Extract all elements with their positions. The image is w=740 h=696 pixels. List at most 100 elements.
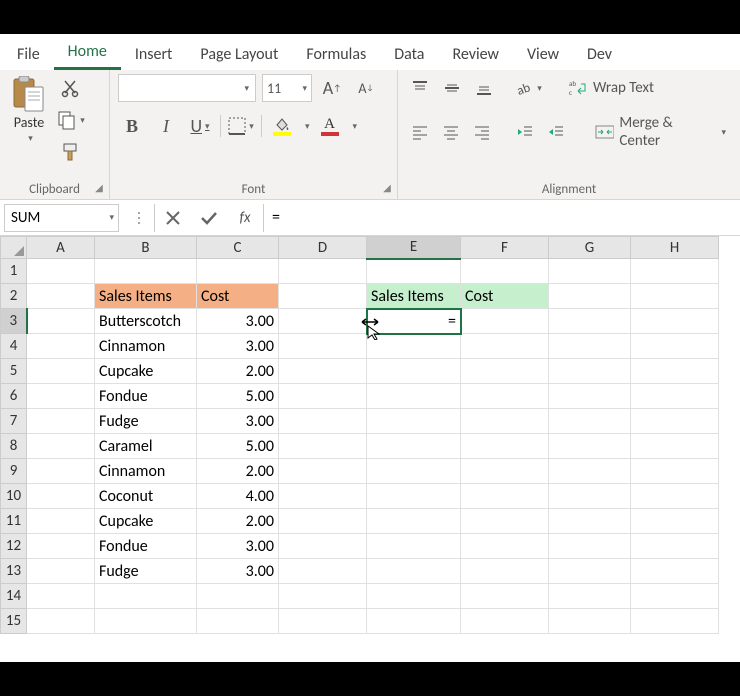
- cell-A2[interactable]: [27, 284, 95, 309]
- cell-A12[interactable]: [27, 534, 95, 559]
- column-header-B[interactable]: B: [95, 237, 197, 259]
- cell-E6[interactable]: [367, 384, 461, 409]
- column-header-A[interactable]: A: [27, 237, 95, 259]
- cell-B4[interactable]: Cinnamon: [95, 334, 197, 359]
- cell-B15[interactable]: [95, 609, 197, 634]
- cell-C8[interactable]: 5.00: [197, 434, 279, 459]
- cell-B1[interactable]: [95, 259, 197, 284]
- cell-G13[interactable]: [549, 559, 631, 584]
- decrease-font-button[interactable]: A↓: [352, 74, 380, 102]
- cell-F2[interactable]: Cost: [461, 284, 549, 309]
- cell-C7[interactable]: 3.00: [197, 409, 279, 434]
- cell-B7[interactable]: Fudge: [95, 409, 197, 434]
- chevron-down-icon[interactable]: ▾: [305, 121, 310, 132]
- tab-data[interactable]: Data: [380, 37, 438, 70]
- cell-C14[interactable]: [197, 584, 279, 609]
- cell-A7[interactable]: [27, 409, 95, 434]
- cell-E14[interactable]: [367, 584, 461, 609]
- tab-formulas[interactable]: Formulas: [292, 37, 380, 70]
- tab-file[interactable]: File: [3, 37, 54, 70]
- cell-F10[interactable]: [461, 484, 549, 509]
- row-header-13[interactable]: 13: [1, 559, 27, 584]
- align-bottom-button[interactable]: [470, 74, 498, 102]
- column-header-G[interactable]: G: [549, 237, 631, 259]
- cell-H14[interactable]: [631, 584, 719, 609]
- paste-button[interactable]: Paste ▾: [8, 74, 50, 164]
- cell-F8[interactable]: [461, 434, 549, 459]
- row-header-14[interactable]: 14: [1, 584, 27, 609]
- align-right-button[interactable]: [468, 118, 495, 146]
- cell-D15[interactable]: [279, 609, 367, 634]
- cell-E2[interactable]: Sales Items: [367, 284, 461, 309]
- cell-E13[interactable]: [367, 559, 461, 584]
- cell-E5[interactable]: [367, 359, 461, 384]
- increase-indent-button[interactable]: [542, 118, 569, 146]
- cut-button[interactable]: [56, 76, 86, 100]
- align-top-button[interactable]: [406, 74, 434, 102]
- italic-button[interactable]: I: [152, 112, 180, 140]
- column-header-H[interactable]: H: [631, 237, 719, 259]
- enter-formula-button[interactable]: [191, 204, 227, 232]
- expand-formula-bar[interactable]: [123, 204, 155, 232]
- cell-C6[interactable]: 5.00: [197, 384, 279, 409]
- cell-F3[interactable]: [461, 309, 549, 334]
- cell-C15[interactable]: [197, 609, 279, 634]
- row-header-3[interactable]: 3: [1, 309, 27, 334]
- cell-G4[interactable]: [549, 334, 631, 359]
- cell-E10[interactable]: [367, 484, 461, 509]
- cell-E7[interactable]: [367, 409, 461, 434]
- cell-F7[interactable]: [461, 409, 549, 434]
- font-size-select[interactable]: 11 ▾: [262, 74, 312, 102]
- tab-page-layout[interactable]: Page Layout: [186, 37, 292, 70]
- cell-A1[interactable]: [27, 259, 95, 284]
- cell-C1[interactable]: [197, 259, 279, 284]
- cell-D14[interactable]: [279, 584, 367, 609]
- dialog-launcher-font[interactable]: ◢: [380, 182, 394, 196]
- cell-G15[interactable]: [549, 609, 631, 634]
- cell-F9[interactable]: [461, 459, 549, 484]
- cell-D11[interactable]: [279, 509, 367, 534]
- font-name-select[interactable]: ▾: [118, 74, 256, 102]
- cell-B13[interactable]: Fudge: [95, 559, 197, 584]
- cell-C3[interactable]: 3.00: [197, 309, 279, 334]
- row-header-2[interactable]: 2: [1, 284, 27, 309]
- cell-G8[interactable]: [549, 434, 631, 459]
- cell-H12[interactable]: [631, 534, 719, 559]
- tab-insert[interactable]: Insert: [121, 37, 187, 70]
- dialog-launcher-clipboard[interactable]: ◢: [92, 182, 106, 196]
- cell-E11[interactable]: [367, 509, 461, 534]
- tab-home[interactable]: Home: [54, 34, 121, 70]
- cell-F12[interactable]: [461, 534, 549, 559]
- bold-button[interactable]: B: [118, 112, 146, 140]
- cell-G6[interactable]: [549, 384, 631, 409]
- cell-C12[interactable]: 3.00: [197, 534, 279, 559]
- cell-E12[interactable]: [367, 534, 461, 559]
- borders-button[interactable]: ▾: [227, 112, 255, 140]
- copy-button[interactable]: ▾: [56, 108, 86, 132]
- cell-H13[interactable]: [631, 559, 719, 584]
- row-header-4[interactable]: 4: [1, 334, 27, 359]
- row-header-15[interactable]: 15: [1, 609, 27, 634]
- cell-F4[interactable]: [461, 334, 549, 359]
- cell-G7[interactable]: [549, 409, 631, 434]
- align-left-button[interactable]: [406, 118, 433, 146]
- cell-H3[interactable]: [631, 309, 719, 334]
- column-header-F[interactable]: F: [461, 237, 549, 259]
- cell-A10[interactable]: [27, 484, 95, 509]
- column-header-D[interactable]: D: [279, 237, 367, 259]
- select-all-corner[interactable]: [1, 237, 27, 259]
- row-header-8[interactable]: 8: [1, 434, 27, 459]
- cell-D8[interactable]: [279, 434, 367, 459]
- wrap-text-button[interactable]: abc Wrap Text: [562, 77, 660, 99]
- row-header-7[interactable]: 7: [1, 409, 27, 434]
- cell-C4[interactable]: 3.00: [197, 334, 279, 359]
- cell-H7[interactable]: [631, 409, 719, 434]
- cell-B8[interactable]: Caramel: [95, 434, 197, 459]
- cell-F11[interactable]: [461, 509, 549, 534]
- cell-A3[interactable]: [27, 309, 95, 334]
- cell-F6[interactable]: [461, 384, 549, 409]
- format-painter-button[interactable]: [56, 140, 86, 164]
- cell-F5[interactable]: [461, 359, 549, 384]
- cell-G11[interactable]: [549, 509, 631, 534]
- cell-B6[interactable]: Fondue: [95, 384, 197, 409]
